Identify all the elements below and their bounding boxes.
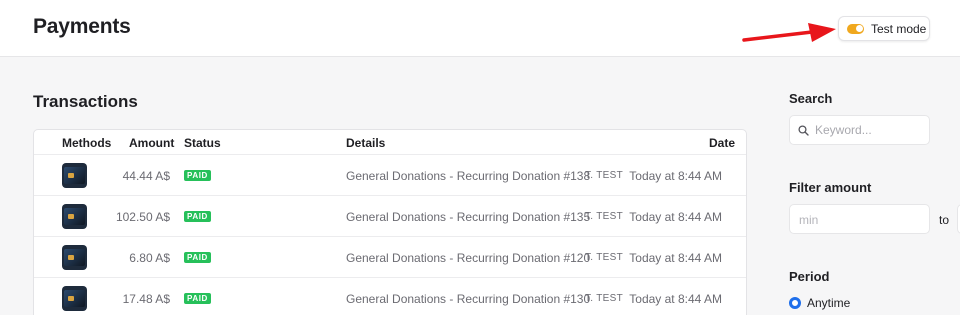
- amount-cell: 102.50 A$: [115, 210, 170, 224]
- transactions-title: Transactions: [33, 92, 138, 111]
- test-mode-toggle-button[interactable]: Test mode: [838, 16, 930, 41]
- table-row[interactable]: 17.48 A$ PAID General Donations - Recurr…: [34, 278, 746, 315]
- credit-card-icon: [62, 204, 87, 229]
- status-badge: PAID: [184, 293, 211, 304]
- table-header: Methods Amount Status Details Date: [34, 130, 746, 155]
- period-label: Period: [789, 269, 830, 284]
- amount-cell: 44.44 A$: [122, 169, 170, 183]
- credit-card-icon: [62, 245, 87, 270]
- date-cell: Today at 8:44 AM: [629, 169, 722, 183]
- details-cell[interactable]: General Donations - Recurring Donation #…: [346, 251, 590, 265]
- filter-amount-label: Filter amount: [789, 180, 872, 195]
- amount-cell: 6.80 A$: [129, 251, 170, 265]
- details-cell[interactable]: General Donations - Recurring Donation #…: [346, 169, 590, 183]
- table-row[interactable]: 6.80 A$ PAID General Donations - Recurri…: [34, 237, 746, 278]
- transactions-table: Methods Amount Status Details Date 44.44…: [33, 129, 747, 315]
- date-cell: Today at 8:44 AM: [629, 210, 722, 224]
- search-input[interactable]: Keyword...: [789, 115, 930, 145]
- table-row[interactable]: 44.44 A$ PAID General Donations - Recurr…: [34, 155, 746, 196]
- details-cell[interactable]: General Donations - Recurring Donation #…: [346, 292, 590, 306]
- min-amount-input[interactable]: min: [789, 204, 930, 234]
- toggle-switch-icon[interactable]: [847, 23, 864, 34]
- page-header: Payments Test mode: [0, 0, 960, 57]
- donor-cell: T. TEST: [585, 170, 624, 181]
- date-cell: Today at 8:44 AM: [629, 292, 722, 306]
- to-label: to: [939, 213, 950, 227]
- amount-cell: 17.48 A$: [122, 292, 170, 306]
- column-header-date[interactable]: Date: [709, 136, 735, 150]
- status-badge: PAID: [184, 252, 211, 263]
- credit-card-icon: [62, 163, 87, 188]
- donor-cell: T. TEST: [585, 293, 624, 304]
- column-header-methods[interactable]: Methods: [62, 136, 111, 150]
- credit-card-icon: [62, 286, 87, 311]
- donor-cell: T. TEST: [585, 252, 624, 263]
- period-anytime-label[interactable]: Anytime: [807, 296, 850, 310]
- page-title: Payments: [33, 15, 131, 38]
- test-mode-label: Test mode: [871, 21, 927, 36]
- details-cell[interactable]: General Donations - Recurring Donation #…: [346, 210, 590, 224]
- status-badge: PAID: [184, 170, 211, 181]
- column-header-details[interactable]: Details: [346, 136, 385, 150]
- column-header-status[interactable]: Status: [184, 136, 221, 150]
- column-header-amount[interactable]: Amount: [129, 136, 174, 150]
- search-label: Search: [789, 91, 833, 106]
- table-row[interactable]: 102.50 A$ PAID General Donations - Recur…: [34, 196, 746, 237]
- status-badge: PAID: [184, 211, 211, 222]
- period-anytime-radio[interactable]: [789, 297, 801, 309]
- search-placeholder: Keyword...: [815, 123, 872, 137]
- date-cell: Today at 8:44 AM: [629, 251, 722, 265]
- donor-cell: T. TEST: [585, 211, 624, 222]
- annotation-arrow-icon: [742, 23, 836, 42]
- search-icon: [798, 124, 809, 136]
